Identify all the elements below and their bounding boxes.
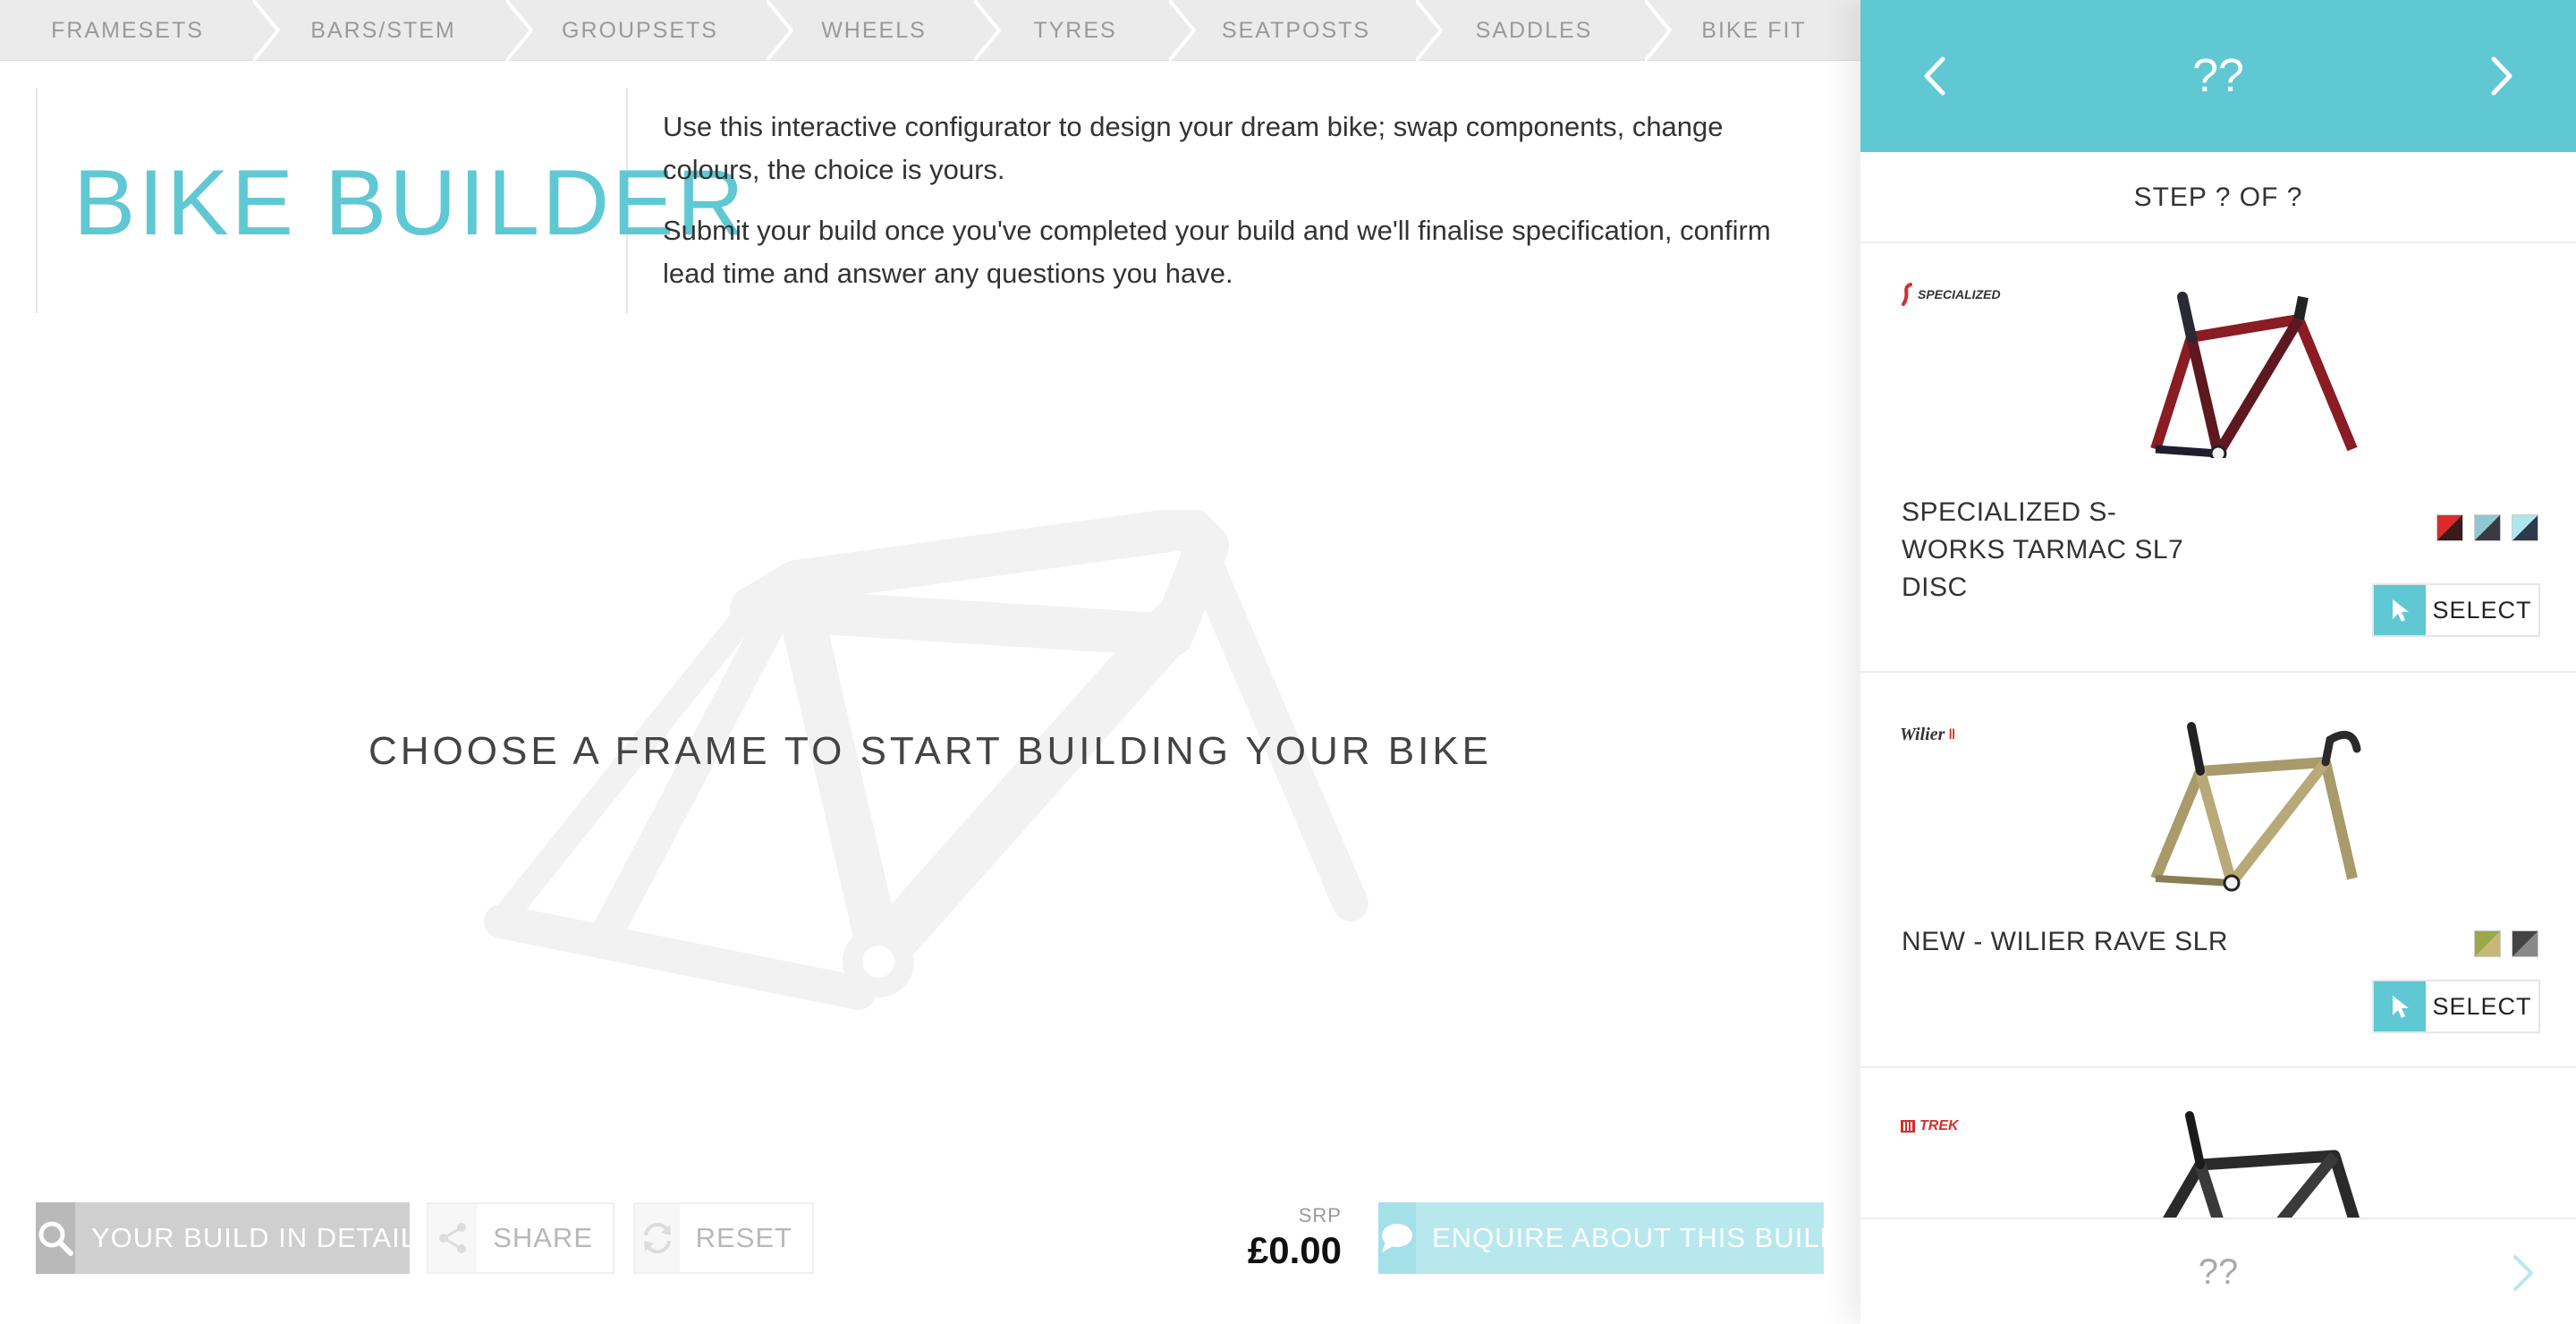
frame-placeholder-illustration <box>484 510 1368 1010</box>
build-detail-label: YOUR BUILD IN DETAIL <box>91 1222 417 1253</box>
step-bars-stem[interactable]: BARS/STEM <box>259 0 507 61</box>
step-bike-fit[interactable]: BIKE FIT <box>1651 0 1857 61</box>
build-price: £0.00 <box>1247 1229 1342 1271</box>
select-label: SELECT <box>2432 992 2532 1020</box>
step-indicator: STEP ? OF ? <box>1860 152 2576 243</box>
share-button[interactable]: SHARE <box>427 1202 614 1274</box>
intro-text: Use this interactive configurator to des… <box>663 106 1790 313</box>
colour-swatch[interactable] <box>2474 514 2501 541</box>
step-tyres[interactable]: TYRES <box>980 0 1170 61</box>
step-framesets[interactable]: FRAMESETS <box>0 0 255 61</box>
product-name: SPECIALIZED S-WORKS TARMAC SL7 DISC <box>1902 497 2184 602</box>
enquire-label: ENQUIRE ABOUT THIS BUILD <box>1432 1222 1841 1253</box>
chevron-left-icon <box>1924 56 1945 96</box>
colour-swatches <box>2474 930 2538 957</box>
component-sidebar: ?? STEP ? OF ? SPECIALIZED SPECIALIZED S… <box>1860 0 2576 1324</box>
frame-image-trek[interactable] <box>2084 1102 2406 1218</box>
colour-swatch[interactable] <box>2436 514 2463 541</box>
chevron-right-icon[interactable] <box>2496 1246 2549 1300</box>
colour-swatch[interactable] <box>2512 514 2538 541</box>
product-card: SPECIALIZED SPECIALIZED S-WORKS TARMAC S… <box>1860 243 2576 673</box>
step-navigation: FRAMESETS BARS/STEM GROUPSETS WHEELS TYR… <box>0 0 1860 61</box>
product-card: Wilier ‖ NEW - WILIER RAVE SLR SELECT <box>1860 673 2576 1068</box>
reset-button[interactable]: RESET <box>633 1202 814 1274</box>
cursor-icon <box>2374 585 2426 635</box>
enquire-button[interactable]: ENQUIRE ABOUT THIS BUILD <box>1378 1202 1840 1274</box>
brand-logo-wilier: Wilier ‖ <box>1900 725 1956 744</box>
colour-swatch[interactable] <box>2474 930 2501 957</box>
select-button[interactable]: SELECT <box>2372 980 2540 1033</box>
colour-swatches <box>2436 514 2538 541</box>
intro-paragraph-2: Submit your build once you've completed … <box>663 215 1771 289</box>
trek-logo-mark <box>1901 1120 1915 1133</box>
select-button[interactable]: SELECT <box>2372 583 2540 637</box>
product-card: TREK <box>1860 1068 2576 1218</box>
page-title: BIKE BUILDER <box>73 151 747 255</box>
refresh-icon <box>635 1204 680 1272</box>
chat-bubble-icon <box>1378 1202 1416 1274</box>
step-seatposts[interactable]: SEATPOSTS <box>1175 0 1417 61</box>
colour-swatch[interactable] <box>2512 930 2538 957</box>
step-groupsets[interactable]: GROUPSETS <box>513 0 767 61</box>
prev-step-button[interactable] <box>1900 40 1971 112</box>
share-label: SHARE <box>493 1222 593 1253</box>
search-icon <box>36 1202 75 1274</box>
share-icon <box>428 1204 478 1272</box>
sidebar-header: ?? <box>1860 0 2576 152</box>
select-label: SELECT <box>2432 596 2532 624</box>
sidebar-footer: ?? <box>1860 1218 2576 1324</box>
cursor-icon <box>2374 981 2426 1031</box>
chevron-right-icon <box>2491 56 2512 96</box>
intro-paragraph-1: Use this interactive configurator to des… <box>663 111 1724 185</box>
step-wheels[interactable]: WHEELS <box>773 0 975 61</box>
sidebar-footer-title: ?? <box>2198 1252 2239 1292</box>
brand-logo-trek: TREK <box>1900 1118 1959 1134</box>
frame-image-wilier[interactable] <box>2084 709 2406 896</box>
reset-label: RESET <box>695 1222 792 1253</box>
specialized-s-logo <box>1902 283 1912 306</box>
build-detail-button[interactable]: YOUR BUILD IN DETAIL <box>36 1202 416 1274</box>
product-name: NEW - WILIER RAVE SLR <box>1902 927 2228 956</box>
next-step-button[interactable] <box>2465 40 2537 112</box>
brand-logo-specialized: SPECIALIZED <box>1900 283 2001 306</box>
choose-frame-prompt: CHOOSE A FRAME TO START BUILDING YOUR BI… <box>368 729 1493 773</box>
srp-label: SRP <box>1298 1204 1342 1226</box>
step-saddles[interactable]: SADDLES <box>1422 0 1646 61</box>
frame-image-specialized[interactable] <box>2084 270 2406 458</box>
